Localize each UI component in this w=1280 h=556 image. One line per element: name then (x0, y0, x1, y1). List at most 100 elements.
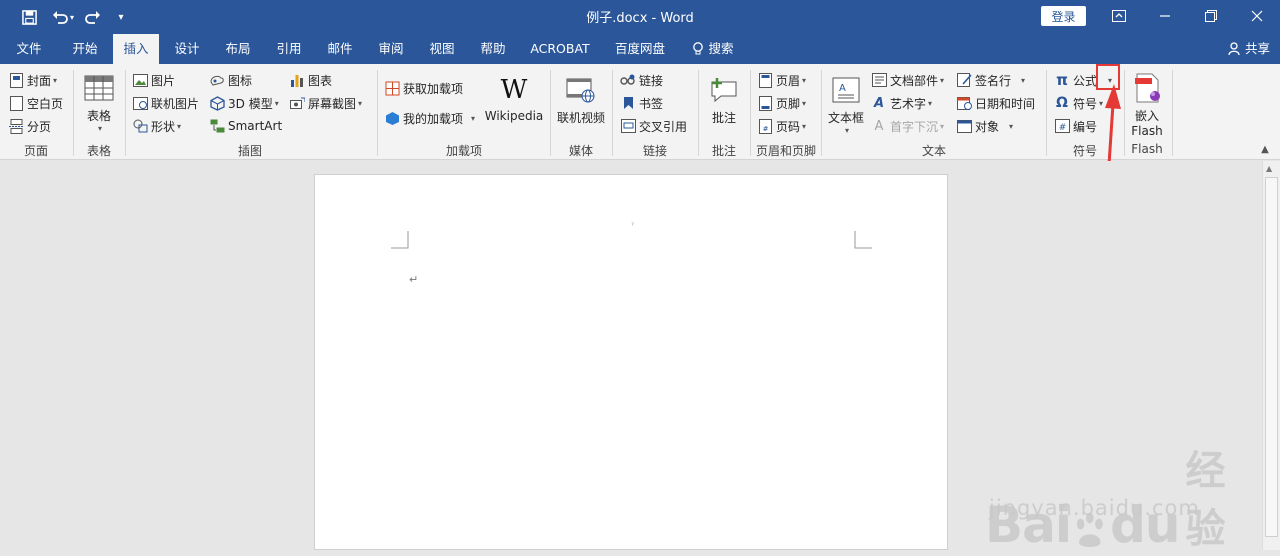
drop-cap-button[interactable]: A 首字下沉 ▾ (871, 116, 944, 136)
quick-parts-icon (871, 72, 887, 88)
tab-review[interactable]: 审阅 (368, 34, 414, 64)
ribbon-tab-bar: 文件 开始 插入 设计 布局 引用 邮件 审阅 视图 帮助 ACROBAT 百度… (0, 34, 1280, 64)
group-separator (125, 70, 126, 156)
shapes-button[interactable]: 形状 ▾ (132, 116, 181, 136)
share-button[interactable]: 共享 (1228, 34, 1270, 64)
tab-file[interactable]: 文件 (8, 34, 50, 64)
footer-button[interactable]: 页脚 ▾ (757, 93, 806, 113)
tab-baidu-netdisk[interactable]: 百度网盘 (605, 34, 675, 64)
scrollbar-thumb[interactable] (1265, 177, 1278, 537)
embed-flash-button[interactable]: 嵌入 Flash (1126, 72, 1168, 138)
group-label-illustrations: 插图 (237, 144, 262, 158)
object-icon (956, 118, 972, 134)
link-icon (620, 72, 636, 88)
ribbon-display-options-icon[interactable] (1096, 4, 1142, 28)
signature-line-icon (956, 72, 972, 88)
equation-button[interactable]: π 公式 (1054, 70, 1097, 90)
group-separator (821, 70, 822, 156)
table-dropdown-caret: ▾ (97, 124, 102, 133)
tab-home[interactable]: 开始 (62, 34, 108, 64)
my-addins-icon (384, 110, 400, 126)
page-number-button[interactable]: # 页码 ▾ (757, 116, 806, 136)
3d-models-button[interactable]: 3D 模型 ▾ (209, 93, 279, 113)
header-mark: ˀ (631, 221, 634, 230)
cube-icon (209, 95, 225, 111)
group-label-media: 媒体 (568, 144, 593, 158)
group-separator (73, 70, 74, 156)
tab-references[interactable]: 引用 (266, 34, 312, 64)
search-label: 搜索 (708, 41, 734, 56)
comment-button[interactable]: 批注 (704, 74, 744, 126)
margin-corner-top-left (391, 231, 409, 249)
tab-design[interactable]: 设计 (164, 34, 210, 64)
scroll-up-icon[interactable]: ▲ (1266, 164, 1272, 173)
omega-icon: Ω (1056, 95, 1068, 111)
picture-button[interactable]: 图片 (132, 70, 175, 90)
signature-line-button[interactable]: 签名行 ▾ (956, 70, 1025, 90)
object-button[interactable]: 对象 ▾ (956, 116, 1013, 136)
group-label-links: 链接 (642, 144, 667, 158)
minimize-icon[interactable] (1142, 4, 1188, 28)
group-label-pages: 页面 (23, 144, 48, 158)
group-separator (377, 70, 378, 156)
footer-icon (757, 95, 773, 111)
wikipedia-button[interactable]: W Wikipedia (484, 74, 544, 123)
store-icon (384, 80, 400, 96)
cross-reference-icon (620, 118, 636, 134)
cover-page-button[interactable]: 封面 ▾ (8, 70, 57, 90)
screenshot-button[interactable]: 屏幕截图 ▾ (289, 93, 362, 113)
tab-mailings[interactable]: 邮件 (317, 34, 363, 64)
title-bar: ▾ ▾ 例子.docx - Word 登录 (0, 0, 1280, 34)
online-pictures-button[interactable]: 联机图片 (132, 93, 199, 113)
group-label-header-footer: 页眉和页脚 (755, 144, 816, 158)
icons-button[interactable]: 图标 (209, 70, 252, 90)
vertical-scrollbar[interactable]: ▲ (1262, 161, 1280, 550)
date-time-button[interactable]: 日期和时间 (956, 93, 1035, 113)
quick-parts-button[interactable]: 文档部件 ▾ (871, 70, 944, 90)
comment-icon (708, 74, 740, 106)
tab-acrobat[interactable]: ACROBAT (524, 34, 596, 64)
online-video-icon (565, 74, 597, 106)
smartart-button[interactable]: SmartArt (209, 116, 282, 136)
wordart-button[interactable]: A 艺术字 ▾ (871, 93, 932, 113)
close-icon[interactable] (1234, 4, 1280, 28)
group-label-tables: 表格 (86, 144, 111, 158)
blank-page-icon (8, 95, 24, 111)
link-button[interactable]: 链接 (620, 70, 663, 90)
group-label-flash: Flash (1131, 142, 1163, 156)
document-page[interactable]: ˀ ↵ (314, 174, 948, 550)
group-separator (550, 70, 551, 156)
text-box-button[interactable]: A 文本框 ▾ (826, 74, 866, 135)
bookmark-button[interactable]: 书签 (620, 93, 663, 113)
collapse-ribbon-icon[interactable]: ▲ (1258, 144, 1272, 156)
group-label-comments: 批注 (711, 144, 736, 158)
online-video-button[interactable]: 联机视频 (555, 74, 607, 126)
number-button[interactable]: # 编号 (1054, 116, 1097, 136)
margin-corner-top-right (854, 231, 872, 249)
blank-page-button[interactable]: 空白页 (8, 93, 63, 113)
get-addins-button[interactable]: 获取加载项 (384, 78, 463, 98)
tab-layout[interactable]: 布局 (215, 34, 261, 64)
group-label-text: 文本 (921, 144, 946, 158)
svg-text:A: A (839, 83, 846, 94)
smartart-icon (209, 118, 225, 134)
tab-insert[interactable]: 插入 (113, 34, 159, 64)
tab-view[interactable]: 视图 (419, 34, 465, 64)
chart-button[interactable]: 图表 (289, 70, 332, 90)
restore-icon[interactable] (1188, 4, 1234, 28)
paragraph-mark: ↵ (409, 273, 419, 286)
header-icon (757, 72, 773, 88)
tab-help[interactable]: 帮助 (470, 34, 516, 64)
group-separator (698, 70, 699, 156)
page-break-button[interactable]: 分页 (8, 116, 51, 136)
drop-cap-icon: A (874, 118, 884, 134)
my-addins-button[interactable]: 我的加载项 ▾ (384, 108, 475, 128)
wordart-icon: A (873, 95, 885, 111)
login-button[interactable]: 登录 (1041, 6, 1086, 26)
tab-search[interactable]: 搜索 (688, 34, 738, 64)
header-button[interactable]: 页眉 ▾ (757, 70, 806, 90)
pi-icon: π (1056, 71, 1068, 89)
icons-icon (209, 72, 225, 88)
cross-reference-button[interactable]: 交叉引用 (620, 116, 687, 136)
table-button[interactable]: 表格 ▾ (78, 72, 120, 133)
